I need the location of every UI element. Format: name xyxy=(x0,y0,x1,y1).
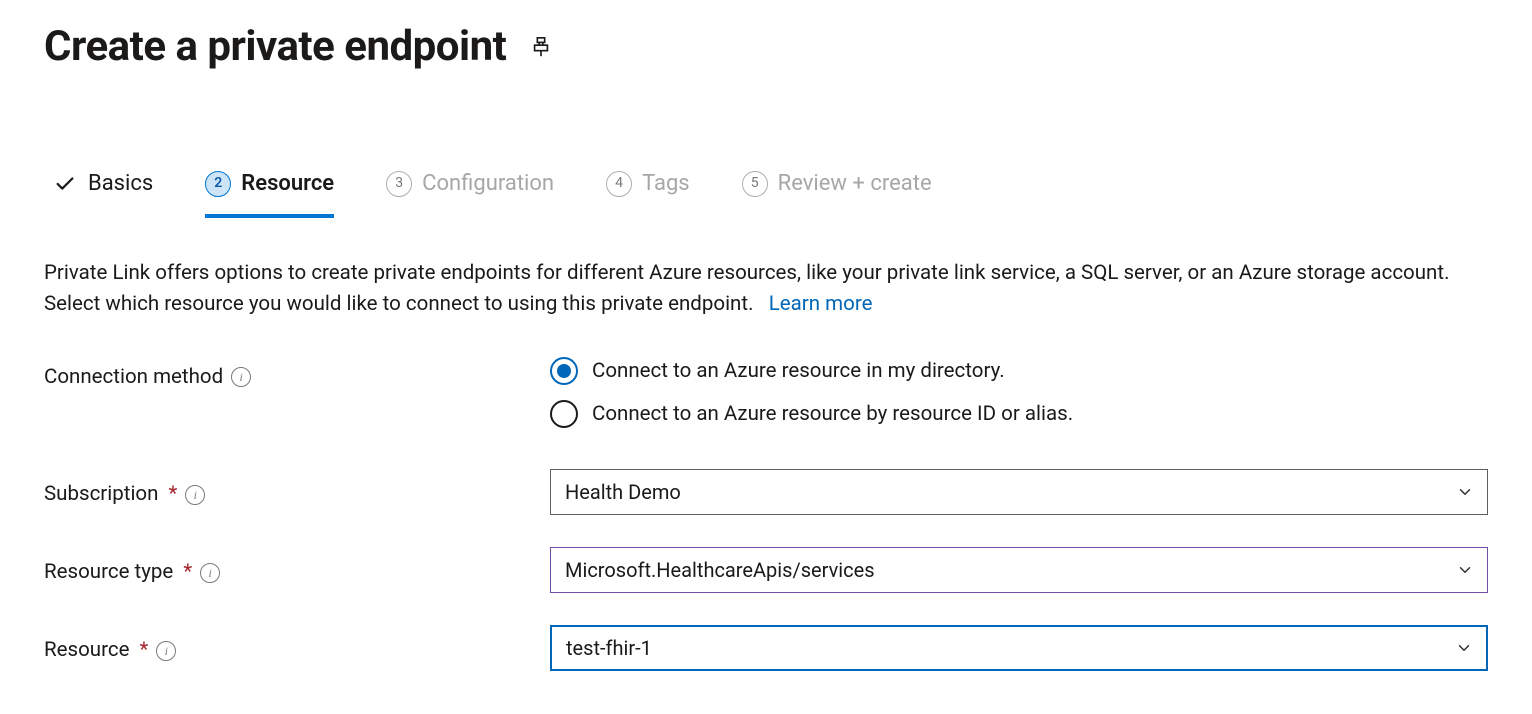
learn-more-link[interactable]: Learn more xyxy=(769,292,873,316)
tab-basics[interactable]: Basics xyxy=(52,169,153,218)
select-value: test-fhir-1 xyxy=(566,634,652,662)
chevron-down-icon xyxy=(1455,560,1475,580)
radio-connect-directory[interactable]: Connect to an Azure resource in my direc… xyxy=(550,357,1488,386)
step-number: 2 xyxy=(205,171,231,197)
chevron-down-icon xyxy=(1455,482,1475,502)
resource-select[interactable]: test-fhir-1 xyxy=(550,625,1488,671)
resource-type-select[interactable]: Microsoft.HealthcareApis/services xyxy=(550,547,1488,593)
radio-icon xyxy=(550,357,578,385)
tab-label: Configuration xyxy=(422,169,554,200)
info-icon[interactable]: i xyxy=(231,367,251,387)
resource-type-label: Resource type xyxy=(44,558,173,587)
description-body: Private Link offers options to create pr… xyxy=(44,261,1449,317)
step-number: 3 xyxy=(386,171,412,197)
select-value: Microsoft.HealthcareApis/services xyxy=(565,556,875,584)
check-icon xyxy=(52,173,78,195)
info-icon[interactable]: i xyxy=(156,641,176,661)
description-text: Private Link offers options to create pr… xyxy=(44,258,1488,322)
tab-resource[interactable]: 2 Resource xyxy=(205,169,334,218)
tab-tags[interactable]: 4 Tags xyxy=(606,169,690,218)
required-asterisk: * xyxy=(183,558,192,587)
step-number: 4 xyxy=(606,171,632,197)
subscription-select[interactable]: Health Demo xyxy=(550,469,1488,515)
radio-connect-resource-id[interactable]: Connect to an Azure resource by resource… xyxy=(550,400,1488,429)
row-resource: Resource * i test-fhir-1 xyxy=(44,625,1488,671)
tab-label: Basics xyxy=(88,169,153,200)
row-resource-type: Resource type * i Microsoft.HealthcareAp… xyxy=(44,547,1488,593)
page-title: Create a private endpoint xyxy=(44,18,506,77)
connection-method-radios: Connect to an Azure resource in my direc… xyxy=(550,357,1488,428)
radio-label: Connect to an Azure resource in my direc… xyxy=(592,357,1005,386)
wizard-tabs: Basics 2 Resource 3 Configuration 4 Tags… xyxy=(44,169,1488,218)
info-icon[interactable]: i xyxy=(200,563,220,583)
select-value: Health Demo xyxy=(565,478,681,506)
tab-label: Resource xyxy=(241,169,334,200)
connection-method-label: Connection method xyxy=(44,363,223,392)
subscription-label: Subscription xyxy=(44,480,158,509)
tab-label: Review + create xyxy=(778,169,932,200)
required-asterisk: * xyxy=(139,636,148,665)
row-subscription: Subscription * i Health Demo xyxy=(44,469,1488,515)
radio-label: Connect to an Azure resource by resource… xyxy=(592,400,1073,429)
required-asterisk: * xyxy=(168,480,177,509)
row-connection-method: Connection method i Connect to an Azure … xyxy=(44,357,1488,428)
info-icon[interactable]: i xyxy=(185,485,205,505)
tab-review-create[interactable]: 5 Review + create xyxy=(742,169,932,218)
tab-label: Tags xyxy=(642,169,690,200)
chevron-down-icon xyxy=(1454,638,1474,658)
radio-icon xyxy=(550,400,578,428)
tab-configuration[interactable]: 3 Configuration xyxy=(386,169,554,218)
resource-label: Resource xyxy=(44,636,129,665)
step-number: 5 xyxy=(742,171,768,197)
pin-icon[interactable] xyxy=(530,36,552,58)
